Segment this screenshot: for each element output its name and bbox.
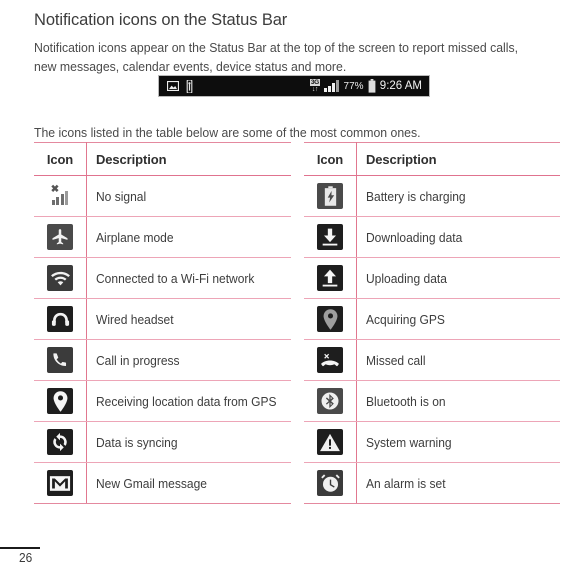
network-type-icon: 3G ↓↑	[309, 79, 320, 93]
below-figure-paragraph: The icons listed in the table below are …	[34, 125, 421, 141]
status-bar-figure: 3G ↓↑ 77% 9:26 AM	[158, 75, 430, 97]
table-row: Wired headset	[34, 298, 291, 340]
column-header-icon: Icon	[34, 142, 87, 176]
wired-headset-icon	[47, 306, 73, 332]
table-row: System warning	[304, 421, 560, 463]
table-row: Acquiring GPS	[304, 298, 560, 340]
battery-charging-icon	[317, 183, 343, 209]
icon-cell	[304, 298, 357, 340]
description-cell: Bluetooth is on	[356, 380, 560, 422]
status-bar-right-icons: 3G ↓↑ 77% 9:26 AM	[309, 79, 429, 93]
icon-cell	[304, 339, 357, 381]
alarm-set-icon	[317, 470, 343, 496]
table-row: Uploading data	[304, 257, 560, 299]
description-cell: Call in progress	[86, 339, 291, 381]
table-row: Receiving location data from GPS	[34, 380, 291, 422]
bluetooth-icon	[317, 388, 343, 414]
icon-cell	[304, 257, 357, 299]
description-cell: Uploading data	[356, 257, 560, 299]
icon-cell	[34, 257, 87, 299]
no-signal-icon: ✖	[47, 183, 73, 209]
footer-divider	[0, 547, 40, 549]
sync-icon	[47, 429, 73, 455]
signal-bars-icon	[323, 80, 339, 92]
description-cell: System warning	[356, 421, 560, 463]
description-cell: Data is syncing	[86, 421, 291, 463]
battery-icon	[368, 79, 376, 93]
missed-call-icon	[317, 347, 343, 373]
airplane-mode-icon	[47, 224, 73, 250]
network-label: 3G	[309, 79, 320, 86]
table-row: Bluetooth is on	[304, 380, 560, 422]
column-header-description: Description	[356, 142, 560, 176]
table-row: Data is syncing	[34, 421, 291, 463]
description-cell: Airplane mode	[86, 216, 291, 258]
description-cell: Missed call	[356, 339, 560, 381]
system-warning-icon	[317, 429, 343, 455]
description-cell: Battery is charging	[356, 175, 560, 217]
description-cell: Downloading data	[356, 216, 560, 258]
description-cell: An alarm is set	[356, 462, 560, 504]
network-arrows-icon: ↓↑	[311, 86, 319, 93]
battery-percent-label: 77%	[343, 80, 364, 92]
icon-cell	[34, 298, 87, 340]
download-icon	[317, 224, 343, 250]
description-cell: Receiving location data from GPS	[86, 380, 291, 422]
notification-icons-table-right: Icon Description Battery is charging Dow…	[304, 142, 560, 504]
description-cell: Wired headset	[86, 298, 291, 340]
clock-label: 9:26 AM	[379, 80, 422, 92]
icon-cell: ✖	[34, 175, 87, 217]
icon-cell	[304, 462, 357, 504]
table-row: Downloading data	[304, 216, 560, 258]
status-bar-left-icons	[159, 79, 193, 93]
icon-cell	[304, 175, 357, 217]
table-header-row: Icon Description	[34, 142, 291, 176]
intro-paragraph: Notification icons appear on the Status …	[34, 40, 519, 75]
upload-icon	[317, 265, 343, 291]
table-row: Battery is charging	[304, 175, 560, 217]
table-row: ✖ No signal	[34, 175, 291, 217]
page-number: 26	[19, 551, 33, 565]
page-title: Notification icons on the Status Bar	[34, 11, 288, 30]
table-row: New Gmail message	[34, 462, 291, 504]
table-row: An alarm is set	[304, 462, 560, 504]
gmail-message-icon	[47, 470, 73, 496]
icon-cell	[304, 380, 357, 422]
table-row: Call in progress	[34, 339, 291, 381]
column-header-description: Description	[86, 142, 291, 176]
icon-cell	[34, 380, 87, 422]
icon-cell	[34, 421, 87, 463]
icon-cell	[34, 339, 87, 381]
table-header-row: Icon Description	[304, 142, 560, 176]
icon-cell	[34, 462, 87, 504]
table-row: Airplane mode	[34, 216, 291, 258]
wifi-connected-icon	[47, 265, 73, 291]
column-header-icon: Icon	[304, 142, 357, 176]
icon-cell	[304, 216, 357, 258]
description-cell: No signal	[86, 175, 291, 217]
gps-location-icon	[47, 388, 73, 414]
usb-connected-icon	[186, 79, 193, 93]
table-row: Connected to a Wi-Fi network	[34, 257, 291, 299]
icon-cell	[34, 216, 87, 258]
description-cell: New Gmail message	[86, 462, 291, 504]
notification-icons-table-left: Icon Description ✖ No signal Airplane mo…	[34, 142, 291, 504]
table-row: Missed call	[304, 339, 560, 381]
call-in-progress-icon	[47, 347, 73, 373]
gps-acquiring-icon	[317, 306, 343, 332]
picture-image-icon	[167, 81, 179, 91]
description-cell: Connected to a Wi-Fi network	[86, 257, 291, 299]
icon-cell	[304, 421, 357, 463]
description-cell: Acquiring GPS	[356, 298, 560, 340]
